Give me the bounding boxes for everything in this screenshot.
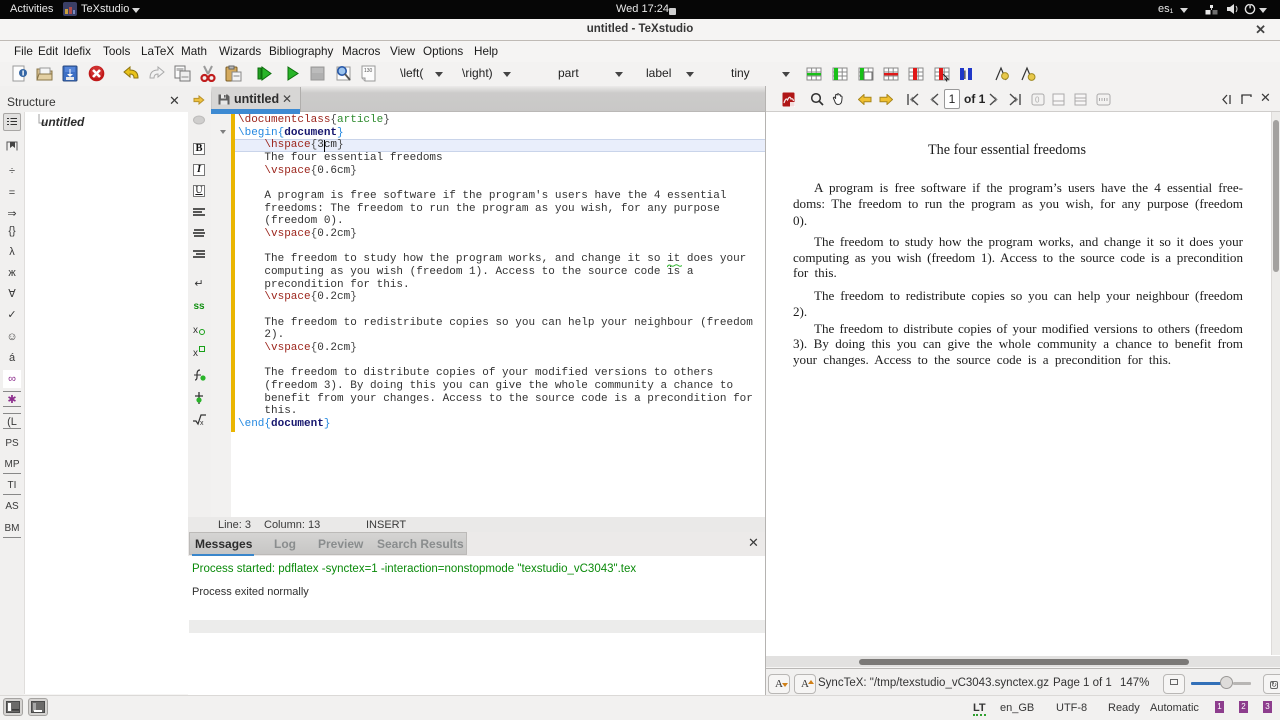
svg-text:x: x (200, 420, 204, 426)
svg-text:0: 0 (1035, 96, 1040, 105)
svg-text:|: | (964, 69, 967, 79)
svg-text:130: 130 (364, 68, 373, 74)
